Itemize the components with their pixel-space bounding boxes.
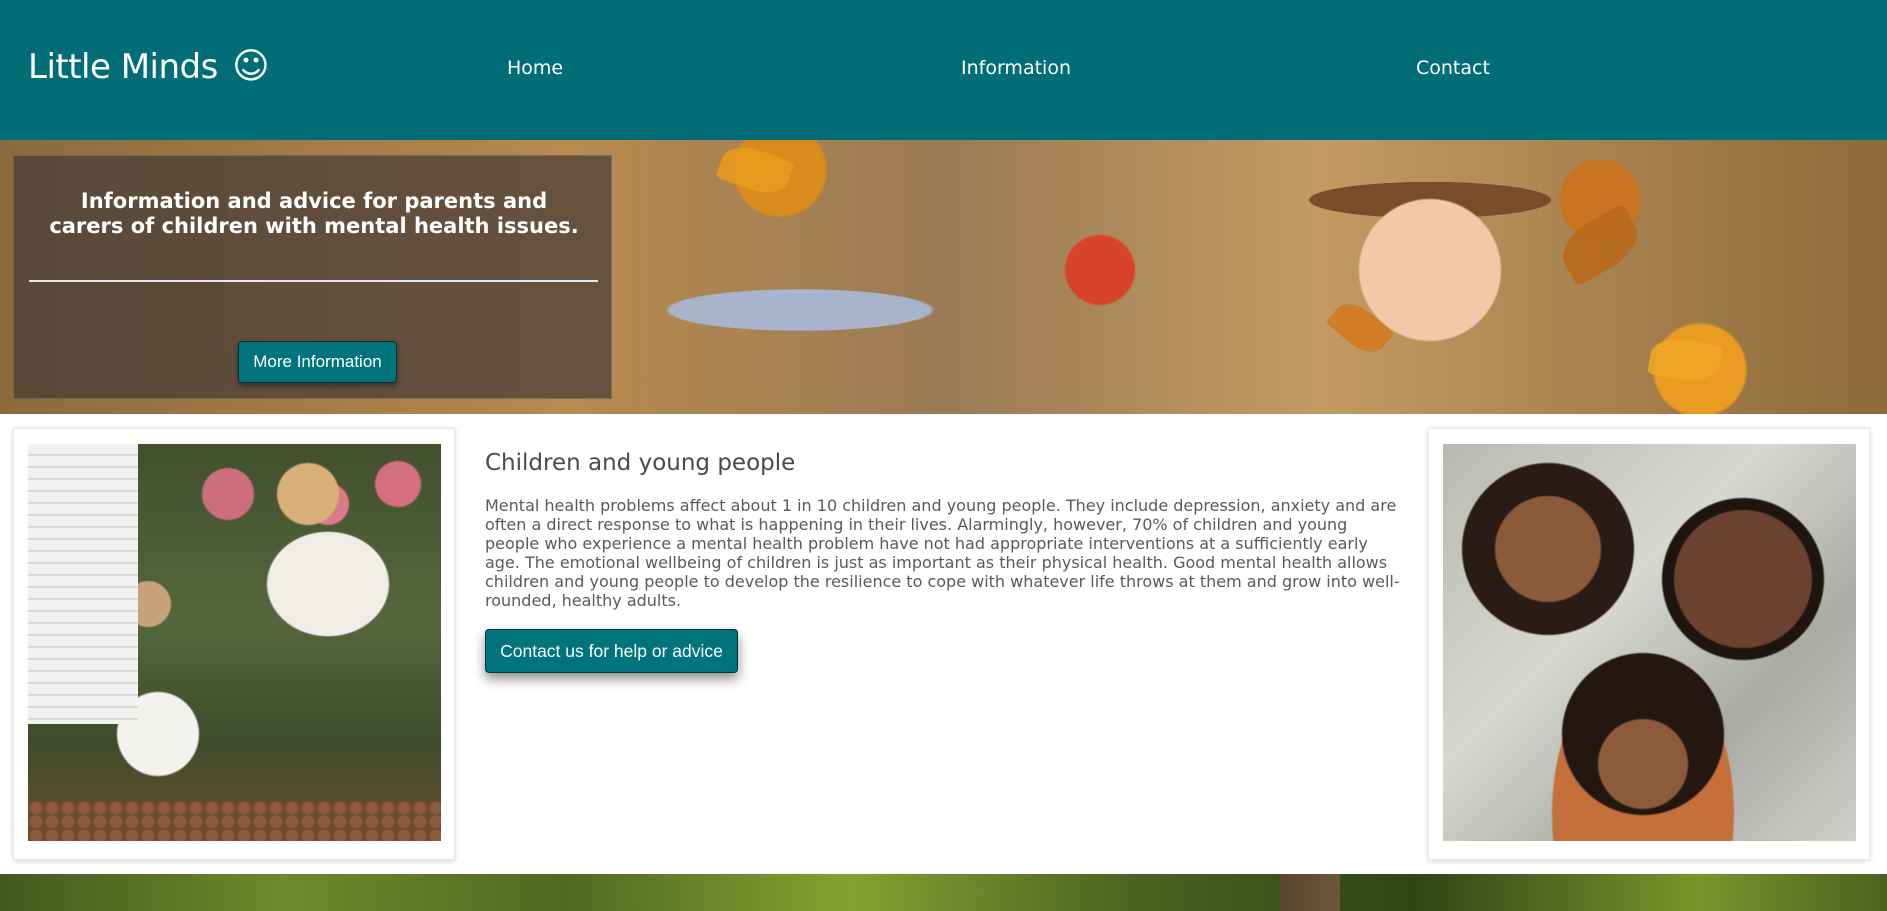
family-lying-photo	[1443, 444, 1856, 841]
left-photo-card	[13, 428, 455, 860]
brand-name: Little Minds	[28, 47, 218, 87]
hero-divider	[29, 280, 598, 282]
brand-logo[interactable]: Little Minds ☺	[28, 46, 270, 87]
site-header: Little Minds ☺ Home Information Contact	[0, 0, 1887, 140]
leaf-decoration	[1647, 334, 1723, 386]
hero-info-panel: Information and advice for parents and c…	[13, 155, 612, 399]
section-body-text: Mental health problems affect about 1 in…	[485, 496, 1400, 610]
contact-help-button[interactable]: Contact us for help or advice	[485, 629, 738, 673]
more-information-button[interactable]: More Information	[238, 341, 397, 383]
section-title: Children and young people	[485, 450, 796, 476]
leaf-decoration	[1325, 294, 1395, 362]
nav-contact-link[interactable]: Contact	[1416, 57, 1490, 79]
leaf-decoration	[715, 140, 795, 201]
forest-footer-image	[0, 874, 1887, 911]
hero-title: Information and advice for parents and c…	[49, 189, 579, 238]
right-photo-card	[1428, 428, 1870, 860]
nav-information-link[interactable]: Information	[961, 57, 1071, 79]
mother-daughter-garden-photo	[28, 444, 441, 841]
nav-home-link[interactable]: Home	[507, 57, 563, 79]
hero-banner-image: Information and advice for parents and c…	[0, 140, 1887, 414]
smiley-icon: ☺	[232, 46, 270, 87]
leaf-decoration	[1552, 203, 1648, 287]
